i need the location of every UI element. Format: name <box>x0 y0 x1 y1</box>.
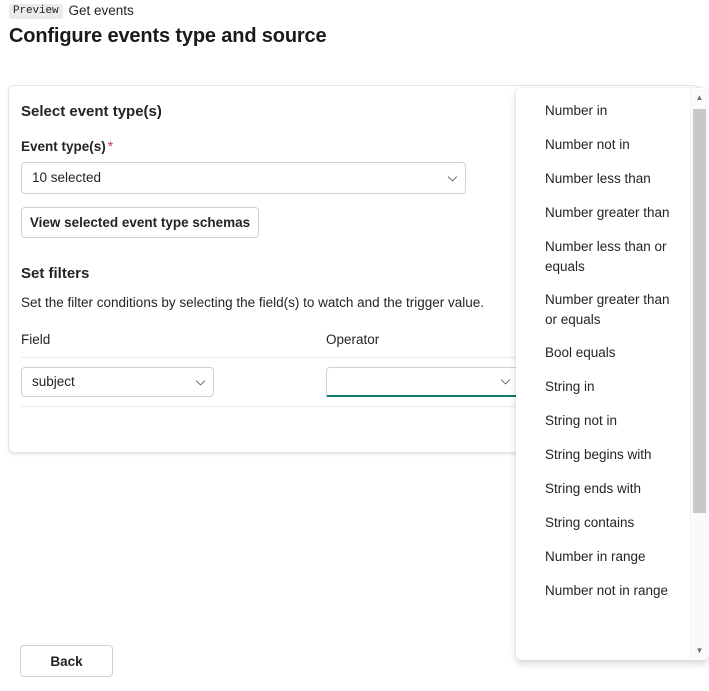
scrollbar-down-arrow[interactable]: ▼ <box>691 642 708 659</box>
operator-dropdown-flyout: Number in Number not in Number less than Nu… <box>516 88 709 660</box>
required-asterisk: * <box>108 139 113 154</box>
operator-option[interactable]: String in <box>516 374 688 401</box>
chevron-down-icon <box>187 376 213 389</box>
dropdown-scrollbar[interactable]: ▲ ▼ <box>690 89 708 659</box>
filter-field-value: subject <box>22 373 187 391</box>
event-type-label: Event type(s)* <box>21 138 113 156</box>
operator-option[interactable]: Number less than or equals <box>516 234 688 280</box>
chevron-down-icon <box>492 375 518 388</box>
event-type-selected-value: 10 selected <box>22 169 439 187</box>
operator-option[interactable]: Number in range <box>516 544 688 571</box>
caret-down-icon: ▼ <box>696 647 704 655</box>
operator-option[interactable]: String ends with <box>516 476 688 503</box>
filter-field-select[interactable]: subject <box>21 367 214 397</box>
filter-operator-select[interactable] <box>326 367 519 397</box>
operator-option[interactable]: Number not in range <box>516 578 688 605</box>
set-filters-description: Set the filter conditions by selecting t… <box>21 294 484 312</box>
column-header-field: Field <box>21 331 326 349</box>
page-title: Configure events type and source <box>9 22 327 50</box>
operator-option[interactable]: Number greater than or equals <box>516 287 688 333</box>
set-filters-heading: Set filters <box>21 264 89 284</box>
operator-option[interactable]: Bool equals <box>516 340 688 367</box>
back-button[interactable]: Back <box>20 645 113 677</box>
scrollbar-thumb[interactable] <box>693 109 706 513</box>
operator-option-list: Number in Number not in Number less than Nu… <box>516 98 688 612</box>
event-type-select[interactable]: 10 selected <box>21 162 466 194</box>
operator-option[interactable]: String contains <box>516 510 688 537</box>
chevron-down-icon <box>439 172 465 185</box>
event-type-label-text: Event type(s) <box>21 139 106 154</box>
preview-badge: Preview <box>9 4 63 19</box>
breadcrumb: Preview Get events <box>9 3 134 19</box>
operator-option[interactable]: Number less than <box>516 166 688 193</box>
operator-option[interactable]: Number not in <box>516 132 688 159</box>
select-event-type-heading: Select event type(s) <box>21 102 162 122</box>
breadcrumb-item-get-events[interactable]: Get events <box>69 3 134 19</box>
view-selected-event-type-schemas-button[interactable]: View selected event type schemas <box>21 207 259 238</box>
field-cell: subject <box>21 367 326 397</box>
scrollbar-up-arrow[interactable]: ▲ <box>691 89 708 106</box>
operator-option[interactable]: Number greater than <box>516 200 688 227</box>
operator-option[interactable]: String not in <box>516 408 688 435</box>
operator-option[interactable]: String begins with <box>516 442 688 469</box>
operator-option[interactable]: Number in <box>516 98 688 125</box>
caret-up-icon: ▲ <box>696 94 704 102</box>
